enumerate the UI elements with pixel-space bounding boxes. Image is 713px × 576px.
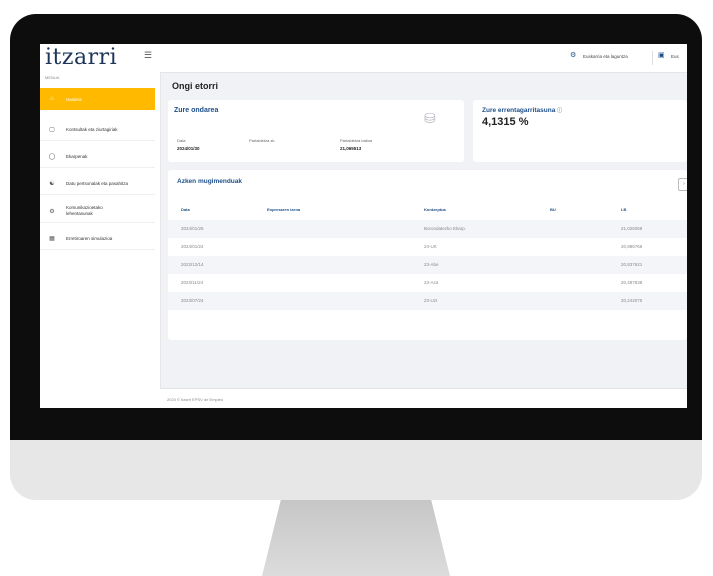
profitability-card: Zure errentagarritasuna ⓘ 4,1315 %: [473, 100, 687, 162]
sidebar-item-label: Datu pertsonalak eta pasahitza: [66, 180, 129, 186]
row-date: 2023/11/24: [181, 280, 204, 285]
monitor-chin: [10, 440, 702, 500]
savings-card: Zure ondarea ⛁ Data 2024/01/30 Partaidet…: [168, 100, 464, 162]
user-icon: ☯: [49, 180, 55, 187]
shares-label: Partaidetza zk.: [249, 138, 276, 143]
home-icon: ⌂: [50, 96, 54, 102]
row-date: 2024/01/24: [181, 244, 204, 249]
row-lb: 21,026059: [621, 226, 643, 231]
calculator-icon: ▦: [49, 235, 55, 242]
row-date: 2023/12/14: [181, 262, 204, 267]
row-lb: 20,242075: [621, 298, 643, 303]
sidebar: itzarri ☰ MENUA ⌂ Hasiera ▢ Kontsultak e…: [40, 44, 161, 408]
column-header-date: Data: [181, 207, 190, 212]
help-icon[interactable]: ⚙: [570, 51, 576, 59]
row-date: 2024/01/26: [181, 226, 204, 231]
sidebar-item-ekarpenak[interactable]: ◯ Ekarpenak: [40, 145, 155, 168]
settings-icon: ⚙: [49, 208, 55, 215]
expand-button[interactable]: ›: [678, 178, 687, 191]
sidebar-item-label: Ekarpenak: [66, 153, 88, 159]
row-lb: 20,497838: [621, 280, 643, 285]
language-selector[interactable]: Eus: [671, 54, 679, 59]
app-screen: itzarri ☰ MENUA ⌂ Hasiera ▢ Kontsultak e…: [40, 44, 687, 408]
row-lb: 20,837621: [621, 262, 643, 267]
share-value: 21,065513: [340, 146, 362, 151]
sidebar-item-label: Hasiera: [66, 96, 82, 102]
column-header-bu: BU: [550, 207, 556, 212]
date-label: Data: [177, 138, 186, 143]
profitability-title-text: Zure errentagarritasuna: [482, 107, 556, 114]
language-icon[interactable]: ▣: [658, 51, 665, 59]
footer-bar: [160, 388, 687, 408]
menu-title: MENUA: [45, 75, 60, 80]
sidebar-item-label: Kontsultak eta ziurtagiriak: [66, 126, 118, 132]
footer-text: 2024 © Itzarri EPSV de Empleo: [167, 397, 224, 402]
sidebar-item-label: Komunikazioetako lehentasunak: [66, 205, 103, 216]
row-date: 2023/07/24: [181, 298, 204, 303]
column-header-company: Enpresaren izena: [267, 207, 301, 212]
sidebar-item-kontsultak[interactable]: ▢ Kontsultak eta ziurtagiriak: [40, 118, 155, 141]
sidebar-item-erretiroa[interactable]: ▦ Erretiroaren simulazioa: [40, 227, 155, 250]
topbar-divider: [652, 51, 653, 65]
hamburger-menu-icon[interactable]: ☰: [144, 50, 152, 61]
row-concept: 23-Uzt: [424, 298, 438, 303]
date-value: 2024/01/30: [177, 146, 200, 151]
table-row[interactable]: 2024/01/24 24-Urt 20,986766: [168, 238, 687, 256]
coins-icon: ◯: [48, 153, 56, 160]
table-row[interactable]: 2024/01/26 Borondatezko Ekarp. 21,026059: [168, 220, 687, 238]
share-value-label: Partaidetza balioa: [340, 138, 373, 143]
table-row[interactable]: 2023/12/14 23-Abe 20,837621: [168, 256, 687, 274]
sidebar-item-datu-pertsonalak[interactable]: ☯ Datu pertsonalak eta pasahitza: [40, 172, 155, 195]
help-link[interactable]: Euskarria eta laguntza: [583, 54, 628, 59]
sidebar-item-komunikazioak[interactable]: ⚙ Komunikazioetako lehentasunak: [40, 200, 155, 223]
sidebar-item-hasiera[interactable]: ⌂ Hasiera: [40, 88, 155, 110]
profitability-title: Zure errentagarritasuna ⓘ: [482, 107, 562, 114]
monitor-stand: [262, 500, 450, 576]
column-header-concept: Kontzeptua: [424, 207, 446, 212]
row-concept: Borondatezko Ekarp.: [424, 226, 467, 231]
profitability-value: 4,1315 %: [482, 116, 529, 128]
coins-stack-icon: ⛁: [424, 110, 436, 126]
topbar: ⚙ Euskarria eta laguntza ▣ Eus: [160, 44, 687, 73]
sidebar-item-label: Erretiroaren simulazioa: [66, 235, 113, 241]
movements-title: Azken mugimenduak: [177, 178, 243, 185]
document-icon: ▢: [49, 126, 55, 133]
row-concept: 24-Urt: [424, 244, 437, 249]
table-row[interactable]: 2023/07/24 23-Uzt 20,242075: [168, 292, 687, 310]
row-concept: 23-Abe: [424, 262, 439, 267]
movements-card: Azken mugimenduak › Data Enpresaren izen…: [168, 170, 687, 340]
page-title: Ongi etorri: [172, 81, 219, 91]
itzarri-logo[interactable]: itzarri: [45, 45, 117, 70]
column-header-lb: LB: [621, 207, 627, 212]
row-lb: 20,986766: [621, 244, 643, 249]
savings-title: Zure ondarea: [174, 107, 219, 114]
table-row[interactable]: 2023/11/24 23-Aza 20,497838: [168, 274, 687, 292]
info-icon[interactable]: ⓘ: [557, 108, 562, 114]
row-concept: 23-Aza: [424, 280, 439, 285]
